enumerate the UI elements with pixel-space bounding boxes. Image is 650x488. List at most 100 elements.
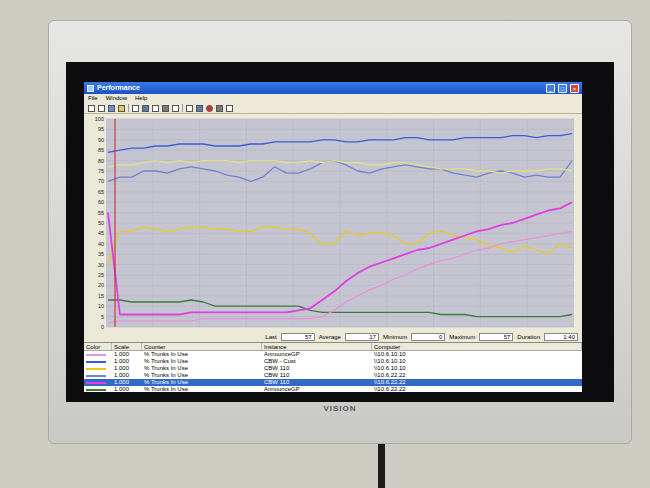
toolbar-button-icon[interactable]: [88, 105, 95, 112]
column-header[interactable]: Instance: [262, 343, 372, 350]
table-cell: % Trunks In Use: [142, 365, 262, 372]
toolbar-button-icon[interactable]: [152, 105, 159, 112]
y-tick: 50: [98, 220, 104, 226]
toolbar-separator: [128, 104, 129, 112]
series-line: [108, 161, 572, 174]
toolbar-button-icon[interactable]: [196, 105, 203, 112]
toolbar-button-icon[interactable]: [186, 105, 193, 112]
stat-field: 57: [479, 333, 513, 341]
table-cell: 1.000: [112, 379, 142, 386]
y-tick: 90: [98, 137, 104, 143]
time-bar: [115, 119, 116, 327]
column-header[interactable]: Counter: [142, 343, 262, 350]
toolbar-button-icon[interactable]: [132, 105, 139, 112]
window-button[interactable]: □: [558, 84, 567, 93]
table-row[interactable]: 1.000% Trunks In UseCBW - Cust\\10.6.10.…: [84, 358, 582, 365]
table-cell: 1.000: [112, 358, 142, 365]
y-tick: 45: [98, 230, 104, 236]
toolbar-button-icon[interactable]: [206, 105, 213, 112]
grid-line: [340, 119, 341, 327]
menu-bar: File Window Help: [84, 94, 582, 103]
toolbar-button-icon[interactable]: [108, 105, 115, 112]
grid-line: [246, 119, 247, 327]
y-tick: 75: [98, 168, 104, 174]
stat-label: Maximum: [449, 333, 475, 341]
series-line: [108, 231, 572, 322]
table-cell: CBW 110: [262, 379, 372, 386]
y-tick: 100: [95, 116, 104, 122]
column-header[interactable]: Scale: [112, 343, 142, 350]
table-cell: % Trunks In Use: [142, 386, 262, 392]
grid-line: [386, 119, 387, 327]
table-cell: CBW 110: [262, 365, 372, 372]
color-swatch: [86, 361, 106, 363]
color-cell: [84, 382, 112, 384]
y-tick: 80: [98, 158, 104, 164]
color-swatch: [86, 368, 106, 370]
menu-item[interactable]: Window: [106, 94, 127, 103]
table-cell: \\10.6.10.10: [372, 351, 582, 358]
table-cell: \\10.6.22.22: [372, 379, 582, 386]
column-header[interactable]: Computer: [372, 343, 582, 350]
table-cell: 1.000: [112, 351, 142, 358]
table-cell: AnnounceGP: [262, 351, 372, 358]
window-title: Performance: [97, 83, 140, 93]
y-tick: 25: [98, 272, 104, 278]
grid-line: [293, 119, 294, 327]
table-cell: CBW - Cust: [262, 358, 372, 365]
y-tick: 5: [101, 314, 104, 320]
y-tick: 15: [98, 293, 104, 299]
stat-field: 17: [345, 333, 379, 341]
y-tick: 20: [98, 282, 104, 288]
table-row[interactable]: 1.000% Trunks In UseCBW 110\\10.6.10.10: [84, 365, 582, 372]
color-swatch: [86, 375, 106, 377]
table-cell: \\10.6.10.10: [372, 365, 582, 372]
color-swatch: [86, 354, 106, 356]
table-row[interactable]: 1.000% Trunks In UseAnnounceGP\\10.6.10.…: [84, 351, 582, 358]
series-line: [108, 202, 572, 314]
y-tick: 60: [98, 199, 104, 205]
title-bar: Performance _□×: [84, 82, 582, 94]
table-cell: \\10.6.10.10: [372, 358, 582, 365]
toolbar: [84, 103, 582, 114]
table-cell: % Trunks In Use: [142, 372, 262, 379]
table-cell: 1.000: [112, 365, 142, 372]
y-tick: 95: [98, 126, 104, 132]
app-window: Performance _□× File Window Help 100 95 90 85 80 7…: [84, 82, 582, 392]
toolbar-button-icon[interactable]: [226, 105, 233, 112]
table-cell: % Trunks In Use: [142, 358, 262, 365]
menu-item[interactable]: File: [88, 94, 98, 103]
table-row[interactable]: 1.000% Trunks In UseCBW 110\\10.6.22.22: [84, 372, 582, 379]
y-tick: 55: [98, 210, 104, 216]
table-row[interactable]: 1.000% Trunks In UseCBW 110\\10.6.22.22: [84, 379, 582, 386]
toolbar-button-icon[interactable]: [162, 105, 169, 112]
table-cell: 1.000: [112, 386, 142, 392]
stat-label: Last: [265, 333, 276, 341]
y-tick: 35: [98, 251, 104, 257]
table-row[interactable]: 1.000% Trunks In UseAnnounceGP\\10.6.22.…: [84, 386, 582, 392]
grid-line: [433, 119, 434, 327]
app-icon: [87, 85, 94, 92]
y-tick: 85: [98, 147, 104, 153]
table-cell: \\10.6.22.22: [372, 386, 582, 392]
window-button[interactable]: ×: [570, 84, 579, 93]
table-cell: AnnounceGP: [262, 386, 372, 392]
window-button[interactable]: _: [546, 84, 555, 93]
color-cell: [84, 375, 112, 377]
column-header[interactable]: Color: [84, 343, 112, 350]
toolbar-button-icon[interactable]: [98, 105, 105, 112]
y-tick: 65: [98, 189, 104, 195]
toolbar-button-icon[interactable]: [118, 105, 125, 112]
screen-frame: Performance _□× File Window Help 100 95 90 85 80 7…: [66, 62, 614, 402]
line-chart: 1009590858075706560555045403530252015105…: [84, 114, 582, 332]
series-line: [108, 161, 572, 182]
table-header: ColorScaleCounterInstanceComputer: [84, 343, 582, 351]
toolbar-button-icon[interactable]: [172, 105, 179, 112]
table-cell: CBW 110: [262, 372, 372, 379]
toolbar-button-icon[interactable]: [216, 105, 223, 112]
menu-item[interactable]: Help: [135, 94, 147, 103]
color-cell: [84, 389, 112, 391]
power-cable: [378, 444, 385, 488]
table-cell: % Trunks In Use: [142, 379, 262, 386]
toolbar-button-icon[interactable]: [142, 105, 149, 112]
